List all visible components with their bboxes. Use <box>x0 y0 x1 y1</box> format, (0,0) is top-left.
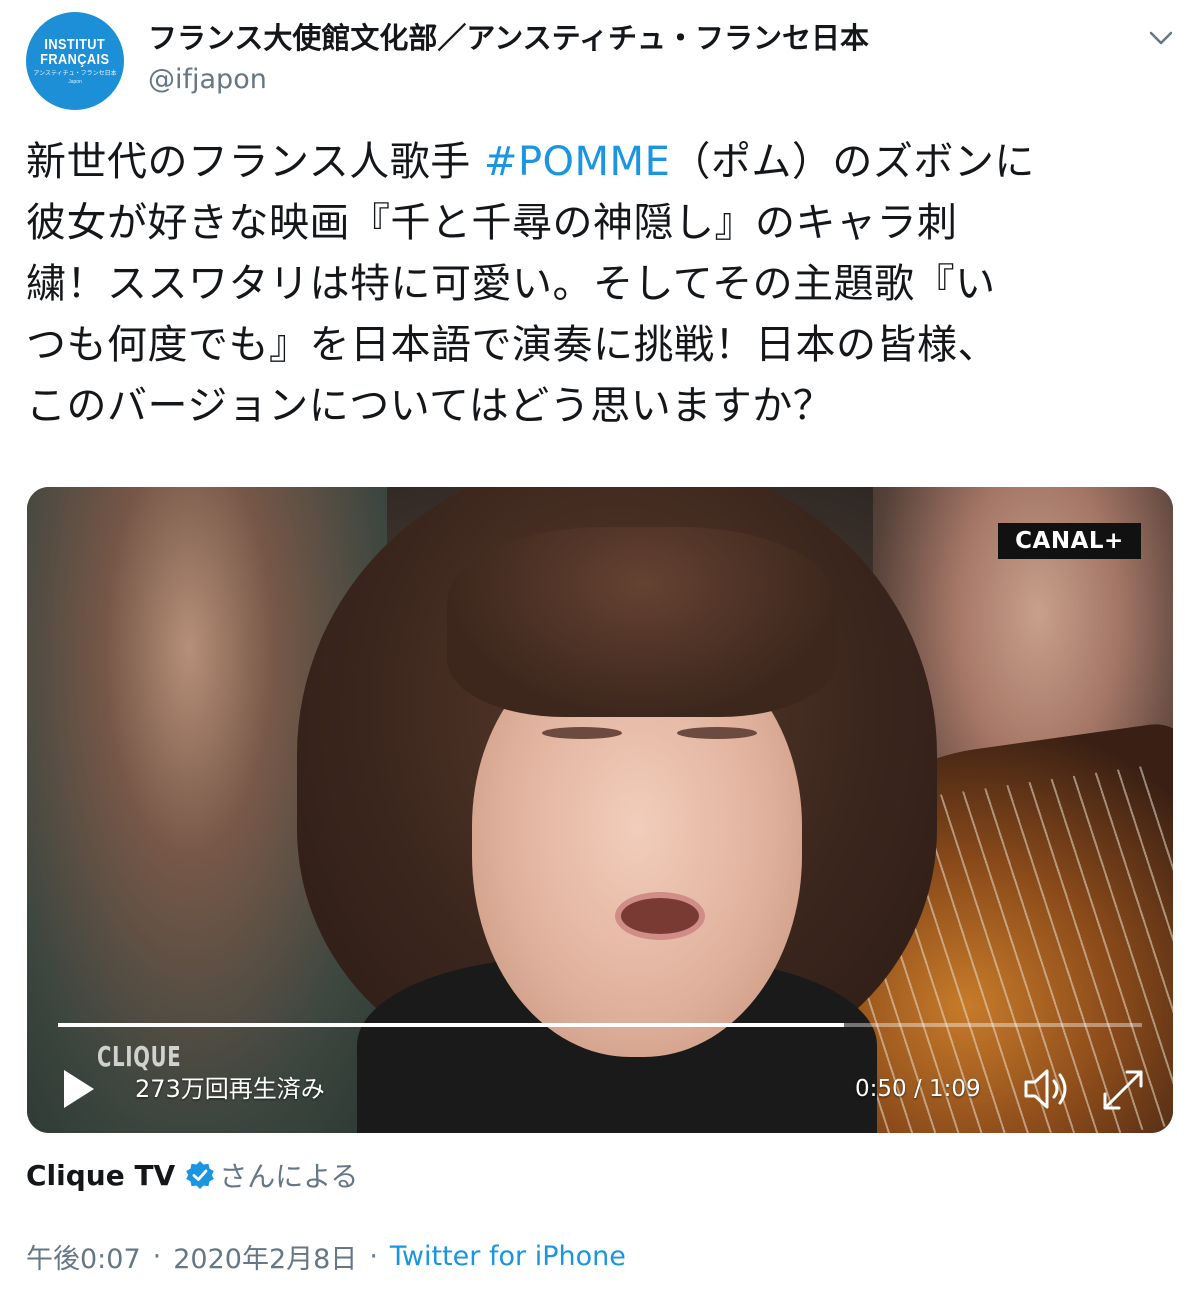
avatar-logo-line1: INSTITUT <box>44 35 106 53</box>
tweet-text-line: つも何度でも』を日本語で演奏に挑戦！日本の皆様、 <box>26 322 998 368</box>
video-progress-bar[interactable] <box>58 1023 1142 1027</box>
video-player[interactable]: CANAL+ CLIQUE 273万回再生済み 0:50 / 1:09 <box>27 487 1173 1133</box>
display-name[interactable]: フランス大使館文化部／アンスティチュ・フランセ日本 <box>148 18 869 58</box>
avatar[interactable]: INSTITUT FRANÇAIS アンスティチュ・フランセ日本 Japon <box>26 12 124 110</box>
chevron-down-icon[interactable] <box>1146 26 1176 50</box>
verified-badge-icon <box>186 1161 215 1189</box>
avatar-logo-subtext2: Japon <box>68 78 82 85</box>
tweet-text-line: 新世代のフランス人歌手 #POMME（ポム）のズボンに <box>26 132 1186 193</box>
hashtag-link[interactable]: #POMME <box>484 139 670 185</box>
tweet-text-line: このバージョンについてはどう思いますか？ <box>26 383 834 429</box>
tweet-text-line: 彼女が好きな映画『千と千尋の神隠し』のキャラ刺 <box>26 200 958 246</box>
meta-separator: · <box>152 1240 162 1272</box>
tweet-client-link[interactable]: Twitter for iPhone <box>390 1241 626 1272</box>
source-account-name[interactable]: Clique TV <box>26 1159 175 1192</box>
tweet-time[interactable]: 午後0:07 <box>26 1237 141 1276</box>
tweet-text-segment: 新世代のフランス人歌手 <box>26 139 484 185</box>
user-handle[interactable]: @ifjapon <box>148 62 267 98</box>
view-count: 273万回再生済み <box>135 1075 325 1103</box>
tweet-card: INSTITUT FRANÇAIS アンスティチュ・フランセ日本 Japon フ… <box>0 0 1200 1291</box>
tweet-text: 新世代のフランス人歌手 #POMME（ポム）のズボンに 彼女が好きな映画『千と千… <box>26 132 1186 437</box>
tweet-text-segment: （ポム）のズボンに <box>670 139 1035 185</box>
avatar-logo-line2: FRANÇAIS <box>40 50 110 68</box>
tweet-text-line: 繍！ススワタリは特に可愛い。そしてその主題歌『い <box>26 261 996 307</box>
video-progress-fill <box>58 1023 844 1027</box>
singer-eye-left <box>542 727 622 739</box>
clique-watermark: CLIQUE <box>97 1040 182 1073</box>
play-icon[interactable] <box>61 1067 97 1111</box>
avatar-logo-subtext: アンスティチュ・フランセ日本 <box>33 70 117 77</box>
singer-eye-right <box>677 727 757 739</box>
video-attribution: Clique TV さんによる <box>26 1155 358 1195</box>
tweet-date[interactable]: 2020年2月8日 <box>173 1237 357 1276</box>
tweet-meta: 午後0:07 · 2020年2月8日 · Twitter for iPhone <box>26 1236 626 1276</box>
video-timecode: 0:50 / 1:09 <box>855 1076 981 1102</box>
volume-icon[interactable] <box>1020 1063 1072 1115</box>
singer-mouth <box>615 892 705 940</box>
meta-separator: · <box>369 1240 378 1272</box>
singer-fringe <box>447 527 837 717</box>
fullscreen-icon[interactable] <box>1100 1067 1146 1113</box>
attribution-suffix: さんによる <box>219 1160 359 1193</box>
channel-watermark: CANAL+ <box>998 523 1141 559</box>
